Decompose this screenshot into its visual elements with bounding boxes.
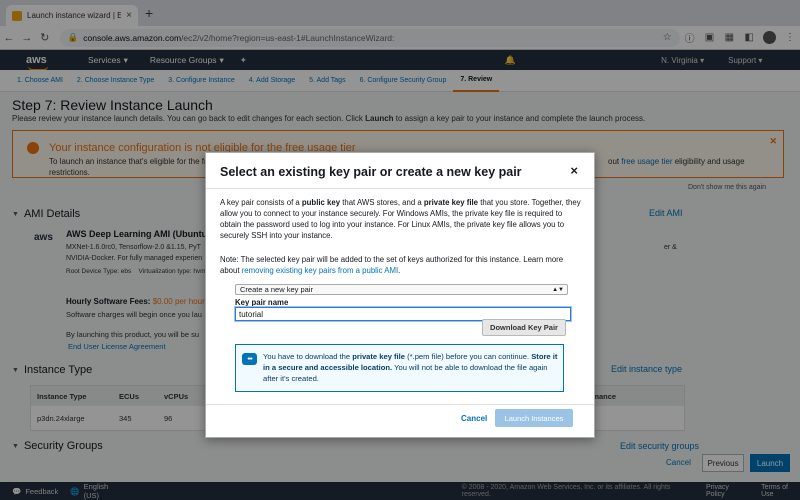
dialog-title: Select an existing key pair or create a … bbox=[220, 165, 522, 179]
info-text: You have to download the private key fil… bbox=[263, 351, 558, 384]
p1-public-key: public key bbox=[301, 198, 341, 207]
dialog-close-icon[interactable]: × bbox=[570, 163, 578, 178]
key-pair-note: Note: The selected key pair will be adde… bbox=[220, 254, 582, 276]
info-text-a: You have to download the bbox=[263, 352, 353, 361]
key-pair-dialog: Select an existing key pair or create a … bbox=[205, 152, 595, 438]
info-speech-icon: ••• bbox=[242, 353, 257, 365]
key-pair-name-label: Key pair name bbox=[235, 298, 289, 307]
select-value: Create a new key pair bbox=[240, 285, 313, 294]
divider bbox=[206, 188, 594, 189]
removing-key-pairs-link[interactable]: removing existing key pairs from a publi… bbox=[242, 266, 398, 275]
key-pair-explanation: A key pair consists of a public key that… bbox=[220, 197, 582, 241]
info-private-key-file: private key file bbox=[352, 352, 405, 361]
key-pair-option-select[interactable]: Create a new key pair ▲▼ bbox=[235, 284, 568, 295]
select-caret-icon: ▲▼ bbox=[552, 286, 564, 293]
p1-private-key-file: private key file bbox=[423, 198, 479, 207]
info-text-c: (*.pem file) before you can continue. bbox=[405, 352, 532, 361]
download-info-box: ••• You have to download the private key… bbox=[235, 344, 564, 392]
launch-instances-button[interactable]: Launch Instances bbox=[495, 409, 573, 427]
download-key-pair-button[interactable]: Download Key Pair bbox=[482, 319, 566, 336]
divider bbox=[206, 404, 594, 405]
p2-text-2: . bbox=[398, 266, 401, 275]
dialog-cancel-button[interactable]: Cancel bbox=[461, 414, 487, 423]
p1-text-2: that AWS stores, and a bbox=[340, 198, 424, 207]
p1-text: A key pair consists of a bbox=[220, 198, 302, 207]
